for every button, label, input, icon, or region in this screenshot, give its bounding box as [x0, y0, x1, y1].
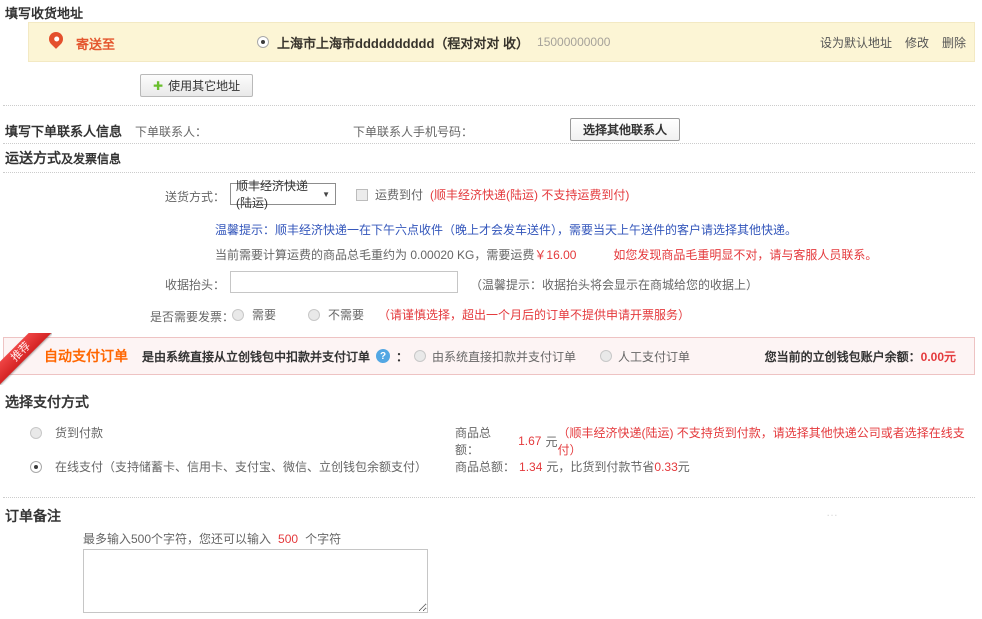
- order-contact-label: 下单联系人：: [135, 123, 207, 140]
- auto-pay-system-label[interactable]: 由系统直接扣款并支付订单: [432, 348, 576, 365]
- choose-other-contact-label: 选择其他联系人: [583, 121, 667, 138]
- online-pay-label[interactable]: 在线支付（支持储蓄卡、信用卡、支付宝、微信、立创钱包余额支付）: [55, 458, 427, 475]
- cod-option: 货到付款: [30, 424, 103, 441]
- plus-icon: ✚: [153, 80, 163, 92]
- invoice-no-radio[interactable]: [308, 309, 320, 321]
- invoice-needed-label: 是否需要发票：: [150, 308, 234, 325]
- address-actions: 设为默认地址 修改 删除: [820, 23, 966, 61]
- address-bar: 寄送至 上海市上海市dddddddddd（程对对对 收） 15000000000…: [28, 22, 975, 62]
- cod-total-amount: 1.67: [518, 434, 541, 448]
- auto-pay-description: 是由系统直接从立创钱包中扣款并支付订单: [142, 348, 370, 365]
- notes-limit-prefix: 最多输入500个字符，您还可以输入: [83, 530, 271, 547]
- freight-collect-option: 运费到付 (顺丰经济快递(陆运) 不支持运费到付): [356, 186, 629, 203]
- online-total-amount: 1.34: [519, 460, 542, 474]
- faint-ellipsis: …: [826, 505, 840, 519]
- online-total-label: 商品总额：: [455, 458, 515, 475]
- modify-address-link[interactable]: 修改: [905, 34, 929, 51]
- online-pay-option: 在线支付（支持储蓄卡、信用卡、支付宝、微信、立创钱包余额支付）: [30, 458, 427, 475]
- online-save-amount: 0.33: [654, 460, 677, 474]
- address-option: 上海市上海市dddddddddd（程对对对 收） 15000000000: [257, 23, 610, 61]
- send-to-label: 寄送至: [76, 34, 115, 53]
- invoice-no-label[interactable]: 不需要: [328, 306, 364, 323]
- shipping-heading-sub: 及发票信息: [61, 152, 121, 166]
- receipt-title-label: 收据抬头：: [165, 276, 225, 293]
- receipt-title-input[interactable]: [230, 271, 458, 293]
- section-heading-notes: 订单备注: [5, 506, 61, 526]
- divider: [3, 497, 975, 498]
- wallet-balance: 您当前的立创钱包账户余额： 0.00元: [765, 338, 956, 374]
- shipping-method-label: 送货方式：: [165, 188, 225, 205]
- weight-note: 如您发现商品毛重明显不对，请与客服人员联系。: [613, 246, 877, 263]
- checkout-page: 填写收货地址 寄送至 上海市上海市dddddddddd（程对对对 收） 1500…: [0, 0, 982, 619]
- auto-pay-manual-radio[interactable]: [600, 350, 612, 362]
- order-contact-phone-label: 下单联系人手机号码：: [353, 123, 473, 140]
- choose-other-contact-button[interactable]: 选择其他联系人: [570, 118, 680, 141]
- delete-address-link[interactable]: 删除: [942, 34, 966, 51]
- section-heading-payment: 选择支付方式: [5, 392, 89, 412]
- online-total-unit: 元: [678, 458, 690, 475]
- auto-pay-colon: ：: [396, 348, 408, 365]
- divider: [3, 172, 975, 173]
- freight-collect-note: (顺丰经济快递(陆运) 不支持运费到付): [430, 186, 629, 203]
- auto-pay-title: 自动支付订单: [44, 338, 128, 374]
- online-pay-radio[interactable]: [30, 461, 42, 473]
- use-other-address-label: 使用其它地址: [168, 77, 240, 94]
- cod-total-label: 商品总额：: [455, 424, 514, 458]
- address-phone: 15000000000: [537, 35, 610, 49]
- cod-total-line: 商品总额： 1.67 元 （顺丰经济快递(陆运) 不支持货到付款，请选择其他快递…: [455, 424, 982, 458]
- notes-char-count-line: 最多输入500个字符，您还可以输入 500 个字符: [83, 530, 341, 547]
- chevron-down-icon: ▼: [322, 190, 330, 199]
- location-pin-icon: [46, 29, 66, 49]
- weight-text: 当前需要计算运费的商品总毛重约为 0.00020 KG，需要运费: [215, 246, 534, 263]
- auto-pay-manual-label[interactable]: 人工支付订单: [618, 348, 690, 365]
- invoice-note: （请谨慎选择，超出一个月后的订单不提供申请开票服务）: [378, 306, 690, 323]
- freight-collect-label[interactable]: 运费到付: [375, 186, 423, 203]
- cod-radio[interactable]: [30, 427, 42, 439]
- notes-limit-suffix: 个字符: [305, 530, 341, 547]
- receipt-title-tip: （温馨提示：收据抬头将会显示在商城给您的收据上）: [470, 276, 758, 293]
- shipping-method-select[interactable]: 顺丰经济快递(陆运) ▼: [230, 183, 336, 205]
- address-radio[interactable]: [257, 36, 269, 48]
- address-text: 上海市上海市dddddddddd（程对对对 收）: [277, 33, 529, 52]
- cod-label[interactable]: 货到付款: [55, 424, 103, 441]
- divider: [3, 143, 975, 144]
- shipping-heading-main: 运送方式: [5, 150, 61, 166]
- section-heading-contact: 填写下单联系人信息: [5, 121, 122, 140]
- set-default-address-link[interactable]: 设为默认地址: [820, 34, 892, 51]
- freight-collect-checkbox[interactable]: [356, 189, 368, 201]
- auto-pay-options: 是由系统直接从立创钱包中扣款并支付订单 ? ： 由系统直接扣款并支付订单 人工支…: [142, 338, 690, 374]
- divider: [3, 105, 975, 106]
- section-heading-shipping-method: 运送方式及发票信息: [5, 148, 121, 168]
- online-total-mid: 元，比货到付款节省: [546, 458, 654, 475]
- wallet-balance-value: 0.00元: [921, 348, 956, 365]
- freight-fee: ￥16.00: [534, 246, 576, 263]
- auto-pay-bar: 推荐 自动支付订单 是由系统直接从立创钱包中扣款并支付订单 ? ： 由系统直接扣…: [3, 337, 975, 375]
- shipping-tip: 温馨提示：顺丰经济快递一在下午六点收件（晚上才会发车送件），需要当天上午送件的客…: [215, 221, 797, 238]
- notes-remaining-count: 500: [278, 532, 298, 546]
- online-total-line: 商品总额： 1.34 元，比货到付款节省 0.33 元: [455, 458, 690, 475]
- invoice-yes-label[interactable]: 需要: [252, 306, 276, 323]
- freight-weight-line: 当前需要计算运费的商品总毛重约为 0.00020 KG，需要运费 ￥16.00 …: [215, 246, 877, 263]
- invoice-options: 需要 不需要 （请谨慎选择，超出一个月后的订单不提供申请开票服务）: [232, 306, 690, 323]
- section-heading-shipping-address: 填写收货地址: [5, 3, 83, 22]
- auto-pay-system-radio[interactable]: [414, 350, 426, 362]
- wallet-balance-label: 您当前的立创钱包账户余额：: [765, 348, 921, 365]
- cod-total-unit: 元: [545, 433, 557, 450]
- cod-note: （顺丰经济快递(陆运) 不支持货到付款，请选择其他快递公司或者选择在线支付）: [557, 424, 982, 458]
- use-other-address-button[interactable]: ✚ 使用其它地址: [140, 74, 253, 97]
- shipping-method-selected: 顺丰经济快递(陆运): [236, 177, 322, 211]
- invoice-yes-radio[interactable]: [232, 309, 244, 321]
- order-notes-textarea[interactable]: [83, 549, 428, 613]
- help-question-icon[interactable]: ?: [376, 349, 390, 363]
